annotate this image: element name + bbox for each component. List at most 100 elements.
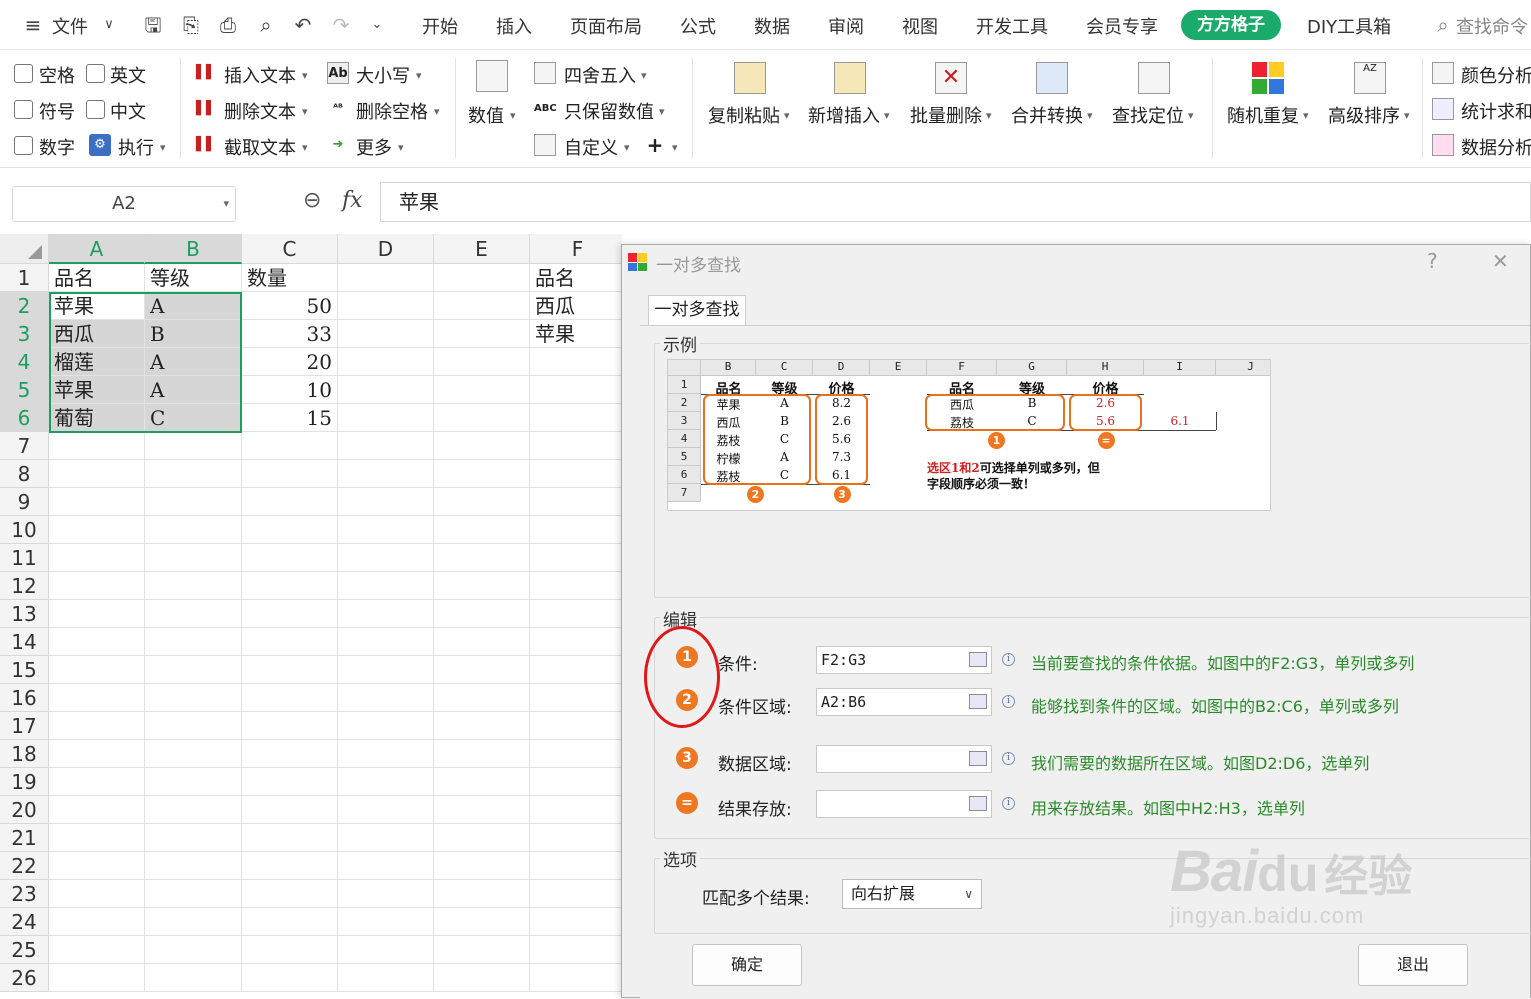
condition-range-input[interactable]: A2:B6 xyxy=(816,688,992,716)
grid-cell[interactable] xyxy=(145,824,242,852)
row-header-18[interactable]: 18 xyxy=(0,740,49,768)
grid-cell[interactable] xyxy=(145,460,242,488)
grid-cell[interactable] xyxy=(338,600,434,628)
round-button[interactable]: 四舍五入 xyxy=(564,62,636,88)
grid-cell[interactable] xyxy=(434,740,530,768)
grid-cell[interactable] xyxy=(145,908,242,936)
grid-cell[interactable] xyxy=(434,796,530,824)
grid-cell[interactable] xyxy=(145,488,242,516)
extract-text-button[interactable]: 截取文本 xyxy=(224,134,296,160)
grid-cell[interactable] xyxy=(242,460,338,488)
advanced-sort-button[interactable]: 高级排序 xyxy=(1328,102,1400,128)
grid-cell[interactable] xyxy=(530,348,622,376)
row-header-19[interactable]: 19 xyxy=(0,768,49,796)
grid-cell[interactable] xyxy=(145,684,242,712)
grid-cell[interactable] xyxy=(338,460,434,488)
hamburger-icon[interactable]: ≡ xyxy=(20,12,46,38)
row-header-6[interactable]: 6 xyxy=(0,404,49,432)
cell-a4[interactable]: 榴莲 xyxy=(49,348,145,376)
range-picker-icon[interactable] xyxy=(969,652,987,667)
formula-input[interactable]: 苹果 xyxy=(380,182,1531,222)
cell-d1[interactable] xyxy=(338,264,434,292)
export-icon[interactable]: ⎘ xyxy=(178,12,204,38)
help-icon[interactable]: ? xyxy=(1427,249,1438,273)
grid-cell[interactable] xyxy=(145,432,242,460)
cell-b5[interactable]: A xyxy=(145,376,242,404)
grid-cell[interactable] xyxy=(338,824,434,852)
search-icon[interactable]: ⌕ xyxy=(1430,12,1456,38)
grid-cell[interactable] xyxy=(49,600,145,628)
grid-cell[interactable] xyxy=(530,684,622,712)
grid-cell[interactable] xyxy=(434,488,530,516)
batch-delete-button[interactable]: 批量删除 xyxy=(910,102,982,128)
random-repeat-button[interactable]: 随机重复 xyxy=(1227,102,1299,128)
grid-cell[interactable] xyxy=(145,572,242,600)
grid-cell[interactable] xyxy=(242,740,338,768)
color-analysis-button[interactable]: 颜色分析 xyxy=(1461,62,1531,88)
row-header-23[interactable]: 23 xyxy=(0,880,49,908)
grid-cell[interactable] xyxy=(434,376,530,404)
command-search[interactable]: 查找命令 xyxy=(1456,13,1528,39)
grid-cell[interactable] xyxy=(49,768,145,796)
grid-cell[interactable] xyxy=(49,824,145,852)
more-button[interactable]: 更多 xyxy=(356,134,392,160)
grid-cell[interactable] xyxy=(242,852,338,880)
grid-cell[interactable] xyxy=(242,964,338,992)
grid-cell[interactable] xyxy=(530,796,622,824)
grid-cell[interactable] xyxy=(338,656,434,684)
grid-cell[interactable] xyxy=(530,908,622,936)
tab-page-layout[interactable]: 页面布局 xyxy=(570,13,642,39)
grid-cell[interactable] xyxy=(242,544,338,572)
row-header-11[interactable]: 11 xyxy=(0,544,49,572)
tab-insert[interactable]: 插入 xyxy=(496,13,532,39)
grid-cell[interactable] xyxy=(338,376,434,404)
copy-paste-button[interactable]: 复制粘贴 xyxy=(708,102,780,128)
grid-cell[interactable] xyxy=(49,572,145,600)
range-picker-icon[interactable] xyxy=(969,751,987,766)
grid-cell[interactable] xyxy=(338,880,434,908)
row-header-20[interactable]: 20 xyxy=(0,796,49,824)
grid-cell[interactable] xyxy=(49,684,145,712)
grid-cell[interactable] xyxy=(242,796,338,824)
grid-cell[interactable] xyxy=(434,824,530,852)
grid-cell[interactable] xyxy=(338,768,434,796)
grid-cell[interactable] xyxy=(338,740,434,768)
grid-cell[interactable] xyxy=(145,852,242,880)
numeric-button[interactable]: 数值 xyxy=(468,102,504,128)
row-header-1[interactable]: 1 xyxy=(0,264,49,292)
col-header-c[interactable]: C xyxy=(242,234,338,264)
tab-member[interactable]: 会员专享 xyxy=(1086,13,1158,39)
col-header-d[interactable]: D xyxy=(338,234,434,264)
plus-icon[interactable]: + xyxy=(644,134,666,156)
keep-number-button[interactable]: 只保留数值 xyxy=(564,98,654,124)
grid-cell[interactable] xyxy=(530,376,622,404)
grid-cell[interactable] xyxy=(49,460,145,488)
custom-button[interactable]: 自定义 xyxy=(564,134,618,160)
grid-cell[interactable] xyxy=(49,432,145,460)
grid-cell[interactable] xyxy=(242,600,338,628)
grid-cell[interactable] xyxy=(434,404,530,432)
grid-cell[interactable] xyxy=(145,936,242,964)
grid-cell[interactable] xyxy=(49,656,145,684)
execute-icon[interactable]: ⚙ xyxy=(89,134,111,156)
row-header-14[interactable]: 14 xyxy=(0,628,49,656)
row-header-26[interactable]: 26 xyxy=(0,964,49,992)
data-range-input[interactable] xyxy=(816,745,992,773)
grid-cell[interactable] xyxy=(338,796,434,824)
tab-developer[interactable]: 开发工具 xyxy=(976,13,1048,39)
grid-cell[interactable] xyxy=(530,600,622,628)
grid-cell[interactable] xyxy=(338,432,434,460)
row-header-16[interactable]: 16 xyxy=(0,684,49,712)
fx-icon[interactable]: fx xyxy=(342,188,363,213)
grid-cell[interactable] xyxy=(530,964,622,992)
grid-cell[interactable] xyxy=(49,852,145,880)
row-header-8[interactable]: 8 xyxy=(0,460,49,488)
remove-space-button[interactable]: 删除空格 xyxy=(356,98,428,124)
grid-cell[interactable] xyxy=(145,628,242,656)
grid-cell[interactable] xyxy=(338,516,434,544)
grid-cell[interactable] xyxy=(434,600,530,628)
cell-c2[interactable]: 50 xyxy=(242,292,338,320)
grid-cell[interactable] xyxy=(530,936,622,964)
grid-cell[interactable] xyxy=(338,544,434,572)
select-all-corner[interactable] xyxy=(0,234,49,264)
